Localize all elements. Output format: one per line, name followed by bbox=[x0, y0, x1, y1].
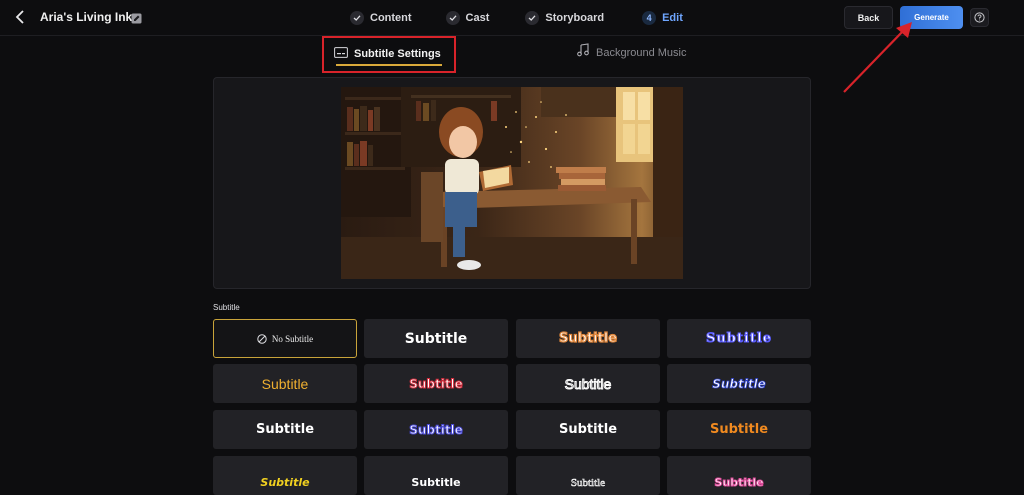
check-icon bbox=[525, 11, 540, 25]
style-preview: Subtitle bbox=[558, 422, 618, 437]
step-edit[interactable]: 4 Edit bbox=[642, 11, 683, 25]
preview-image bbox=[341, 87, 683, 279]
subtitle-style-option[interactable]: Subtitle bbox=[516, 456, 660, 495]
tab-label: Background Music bbox=[596, 46, 687, 59]
style-preview: Subtitle bbox=[255, 422, 315, 437]
project-title: Aria's Living Ink bbox=[40, 10, 133, 24]
style-preview: Subtitle bbox=[411, 476, 461, 489]
style-preview: Subtitle bbox=[260, 476, 310, 489]
help-icon[interactable] bbox=[970, 8, 989, 27]
stepper: Content Cast Storyboard 4 Edit bbox=[350, 8, 683, 28]
subtitle-style-option[interactable]: Subtitle bbox=[667, 319, 811, 358]
annotation-arrow-icon bbox=[843, 22, 912, 93]
subtitle-style-option[interactable]: Subtitle bbox=[667, 456, 811, 495]
style-preview: Subtitle bbox=[705, 331, 773, 347]
no-subtitle-label: No Subtitle bbox=[271, 333, 314, 344]
subtitle-style-option[interactable]: Subtitle bbox=[213, 456, 357, 495]
style-preview: Subtitle bbox=[404, 330, 468, 347]
style-preview: Subtitle bbox=[709, 422, 769, 437]
tab-background-music[interactable]: Background Music bbox=[576, 43, 687, 62]
step-storyboard[interactable]: Storyboard bbox=[525, 11, 604, 25]
subtitle-style-option[interactable]: Subtitle bbox=[364, 364, 508, 403]
style-preview: Subtitle bbox=[712, 376, 766, 391]
subtitle-style-option[interactable]: Subtitle bbox=[364, 456, 508, 495]
subtitle-style-option[interactable]: Subtitle bbox=[516, 410, 660, 449]
style-preview: Subtitle bbox=[564, 375, 612, 392]
step-label: Content bbox=[370, 12, 412, 24]
style-preview: Subtitle bbox=[409, 376, 464, 391]
subtitle-icon bbox=[334, 45, 348, 63]
check-icon bbox=[445, 11, 460, 25]
no-subtitle-option[interactable]: No Subtitle bbox=[213, 319, 357, 358]
subtitle-style-option[interactable]: Subtitle bbox=[667, 364, 811, 403]
subtitle-style-option[interactable]: Subtitle bbox=[516, 319, 660, 358]
subtitle-style-option[interactable]: Subtitle bbox=[213, 410, 357, 449]
step-label: Edit bbox=[662, 12, 683, 24]
subtitle-section-label: Subtitle bbox=[213, 303, 240, 312]
style-preview: Subtitle bbox=[714, 476, 764, 490]
subtitle-style-option[interactable]: Subtitle bbox=[667, 410, 811, 449]
step-label: Storyboard bbox=[545, 12, 605, 24]
step-cast[interactable]: Cast bbox=[445, 11, 490, 25]
tab-subtitle-settings[interactable]: Subtitle Settings bbox=[322, 36, 456, 73]
step-number: 4 bbox=[642, 11, 657, 25]
active-tab-indicator bbox=[336, 64, 442, 66]
subtitle-style-option[interactable]: Subtitle bbox=[516, 364, 660, 403]
music-note-icon bbox=[576, 43, 590, 62]
check-icon bbox=[350, 11, 364, 25]
style-preview: Subtitle bbox=[261, 375, 309, 392]
subtitle-style-option[interactable]: Subtitle bbox=[213, 364, 357, 403]
subtitle-style-option[interactable]: Subtitle bbox=[364, 410, 508, 449]
style-preview: Subtitle bbox=[558, 330, 618, 346]
step-content[interactable]: Content bbox=[350, 11, 412, 25]
tab-label: Subtitle Settings bbox=[354, 48, 441, 60]
style-preview: Subtitle bbox=[409, 422, 464, 437]
edit-pencil-icon[interactable] bbox=[131, 11, 142, 24]
ban-icon bbox=[257, 333, 267, 344]
subtitle-style-option[interactable]: Subtitle bbox=[364, 319, 508, 358]
step-label: Cast bbox=[465, 12, 490, 24]
chevron-left-icon[interactable] bbox=[12, 8, 28, 26]
